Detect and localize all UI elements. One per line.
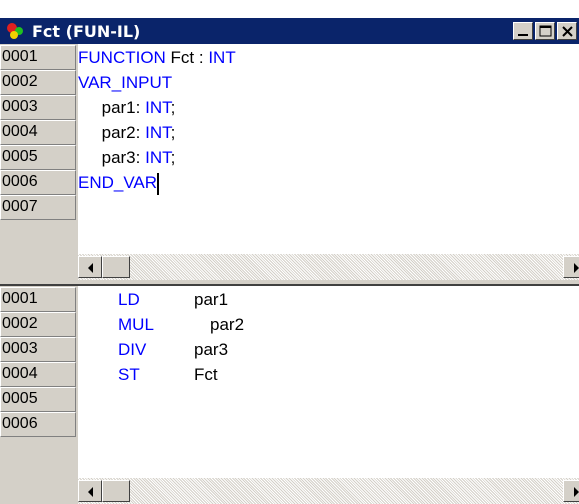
operand-token: par3 xyxy=(194,340,229,359)
instruction-pane[interactable]: 0001 0002 0003 0004 0005 0006 LD par1 MUL par2 DI… xyxy=(0,286,579,504)
minimize-button[interactable] xyxy=(513,22,533,40)
text-cursor xyxy=(157,172,160,195)
code-line[interactable]: VAR_INPUT xyxy=(78,70,172,95)
keyword-token: INT xyxy=(145,98,171,117)
keyword-token: END_VAR xyxy=(78,173,158,192)
instruction-code-area[interactable]: LD par1 MUL par2 DIV par3 ST Fct xyxy=(78,286,579,504)
scroll-thumb[interactable] xyxy=(102,256,130,278)
scroll-right-button[interactable] xyxy=(563,256,579,278)
scrollbar-track[interactable] xyxy=(78,254,579,280)
scroll-left-button[interactable] xyxy=(78,256,102,278)
title-bar[interactable]: Fct (FUN-IL) xyxy=(0,18,579,44)
line-number: 0006 xyxy=(0,412,76,437)
code-line[interactable]: par1: INT; xyxy=(78,95,176,120)
scroll-left-button[interactable] xyxy=(78,480,102,502)
line-number: 0003 xyxy=(0,337,76,362)
arrow-right-icon xyxy=(574,487,579,497)
window-title: Fct (FUN-IL) xyxy=(32,22,141,41)
maximize-icon xyxy=(539,25,552,37)
scroll-right-button[interactable] xyxy=(563,480,579,502)
text-token: par3: xyxy=(78,148,146,167)
keyword-token: INT xyxy=(145,148,171,167)
keyword-token: VAR_INPUT xyxy=(78,73,173,92)
text-token: Fct : xyxy=(165,48,209,67)
line-number: 0005 xyxy=(0,387,76,412)
line-number-gutter: 0001 0002 0003 0004 0005 0006 xyxy=(0,286,78,504)
text-token: ; xyxy=(170,123,176,142)
scrollbar-gutter-spacer xyxy=(0,254,78,280)
line-number: 0006 xyxy=(0,170,76,195)
code-line[interactable]: FUNCTION Fct : INT xyxy=(78,45,236,70)
declaration-horizontal-scrollbar[interactable] xyxy=(0,254,579,280)
text-token: ; xyxy=(170,98,176,117)
code-line[interactable]: par3: INT; xyxy=(78,145,176,170)
arrow-left-icon xyxy=(88,263,93,273)
text-token: par2: xyxy=(78,123,146,142)
operand-token: Fct xyxy=(194,365,218,384)
line-number: 0005 xyxy=(0,145,76,170)
operand-token: par1 xyxy=(194,290,229,309)
app-icon xyxy=(6,22,28,40)
declaration-pane[interactable]: 0001 0002 0003 0004 0005 0006 0007 FUNCTION Fc… xyxy=(0,44,579,280)
line-number-gutter: 0001 0002 0003 0004 0005 0006 0007 xyxy=(0,44,78,280)
code-line[interactable]: par2: INT; xyxy=(78,120,176,145)
line-number: 0004 xyxy=(0,362,76,387)
line-number: 0007 xyxy=(0,195,76,220)
line-number: 0003 xyxy=(0,95,76,120)
line-number: 0001 xyxy=(0,45,76,70)
arrow-right-icon xyxy=(574,263,579,273)
operator-token: MUL xyxy=(118,315,154,334)
scrollbar-track[interactable] xyxy=(78,478,579,504)
maximize-button[interactable] xyxy=(535,22,555,40)
keyword-token: FUNCTION xyxy=(78,48,166,67)
declaration-code-area[interactable]: FUNCTION Fct : INT VAR_INPUT par1: INT; p… xyxy=(78,44,579,280)
operand-token: par2 xyxy=(210,315,245,334)
instruction-horizontal-scrollbar[interactable] xyxy=(0,478,579,504)
operator-token: DIV xyxy=(118,340,147,359)
scrollbar-gutter-spacer xyxy=(0,478,78,504)
close-icon xyxy=(562,26,573,37)
keyword-token: INT xyxy=(145,123,171,142)
editor-window: Fct (FUN-IL) 0001 0002 0003 0004 0005 0006 000… xyxy=(0,18,579,504)
scroll-thumb[interactable] xyxy=(102,480,130,502)
minimize-icon xyxy=(518,34,528,36)
text-token: par1: xyxy=(78,98,146,117)
arrow-left-icon xyxy=(88,487,93,497)
code-line[interactable]: END_VAR xyxy=(78,170,160,195)
operator-token: ST xyxy=(118,365,140,384)
line-number: 0002 xyxy=(0,312,76,337)
keyword-token: INT xyxy=(208,48,236,67)
line-number: 0001 xyxy=(0,287,76,312)
operator-token: LD xyxy=(118,290,140,309)
line-number: 0002 xyxy=(0,70,76,95)
line-number: 0004 xyxy=(0,120,76,145)
close-button[interactable] xyxy=(557,22,577,40)
text-token: ; xyxy=(170,148,176,167)
